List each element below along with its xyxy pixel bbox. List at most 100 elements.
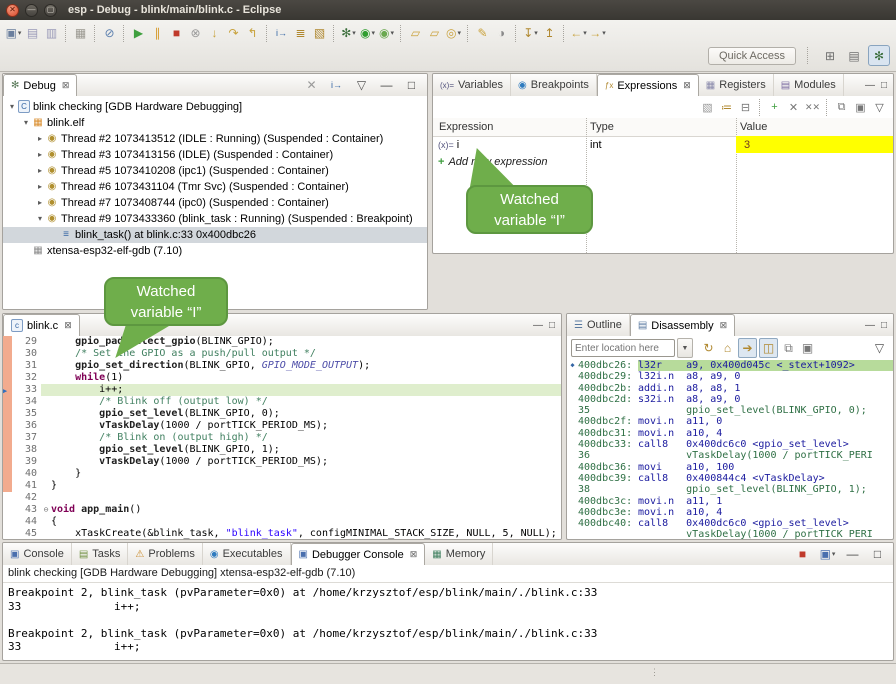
- tree-item[interactable]: ▾Cblink checking [GDB Hardware Debugging…: [3, 99, 427, 115]
- remove-all-terminated-icon[interactable]: ✕: [303, 76, 320, 94]
- collapsed-arrow-icon[interactable]: ▸: [35, 147, 45, 163]
- code-line-current[interactable]: ▶33 i++;: [3, 384, 561, 396]
- view-tab-expressions[interactable]: ƒxExpressions⊠: [597, 74, 699, 97]
- expanded-arrow-icon[interactable]: ▾: [21, 115, 31, 131]
- remove-expression-icon[interactable]: ✕: [785, 99, 802, 115]
- code-line[interactable]: 31 gpio_set_direction(BLINK_GPIO, GPIO_M…: [3, 360, 561, 372]
- tree-item[interactable]: ▸◉Thread #7 1073408744 (ipc0) (Suspended…: [3, 195, 427, 211]
- refresh-icon[interactable]: ↻: [700, 339, 717, 357]
- code-line[interactable]: 34 /* Blink off (output low) */: [3, 396, 561, 408]
- view-menu-icon[interactable]: ▽: [353, 76, 370, 94]
- expression-row-i[interactable]: (x)=i int 3: [433, 136, 893, 153]
- code-line[interactable]: 44{: [3, 516, 561, 528]
- tree-item[interactable]: ▸◉Thread #3 1073413156 (IDLE) (Suspended…: [3, 147, 427, 163]
- step-into-icon[interactable]: ↓: [206, 24, 223, 42]
- remove-all-expressions-icon[interactable]: ✕✕: [804, 99, 821, 115]
- external-tools-icon[interactable]: ◉▾: [378, 24, 395, 42]
- forward-icon[interactable]: →▾: [589, 24, 606, 42]
- new-expressions-view-icon[interactable]: ⧉: [833, 99, 850, 115]
- view-menu-icon[interactable]: ▽: [871, 99, 888, 115]
- statusbar-grip[interactable]: ⋮: [650, 667, 660, 678]
- expanded-arrow-icon[interactable]: ▾: [35, 211, 45, 227]
- view-tab-breakpoints[interactable]: ◉Breakpoints: [511, 74, 597, 96]
- tab-close-icon[interactable]: ⊠: [410, 549, 418, 560]
- fold-marker-icon[interactable]: ⊖: [41, 504, 51, 516]
- step-return-icon[interactable]: ↰: [244, 24, 261, 42]
- view-tab-modules[interactable]: ▤Modules: [774, 74, 844, 96]
- maximize-icon[interactable]: □: [549, 320, 555, 331]
- minimize-icon[interactable]: —: [844, 545, 861, 563]
- code-line[interactable]: 39 vTaskDelay(1000 / portTICK_PERIOD_MS)…: [3, 456, 561, 468]
- expanded-arrow-icon[interactable]: ▾: [7, 99, 17, 115]
- build-icon[interactable]: ▦: [72, 24, 89, 42]
- dropdown-arrow-icon[interactable]: ▾: [371, 29, 375, 37]
- step-over-icon[interactable]: ↷: [225, 24, 242, 42]
- console-tab-debugger-console[interactable]: ▣Debugger Console⊠: [291, 543, 426, 566]
- open-resource-icon[interactable]: ▱: [426, 24, 443, 42]
- tab-debug[interactable]: ✻ Debug ⊠: [3, 74, 77, 97]
- window-maximize-button[interactable]: ▢: [44, 4, 57, 17]
- dropdown-arrow-icon[interactable]: ▾: [832, 550, 836, 558]
- show-type-names-icon[interactable]: ▧: [699, 99, 716, 115]
- location-input[interactable]: [571, 339, 675, 357]
- tree-item[interactable]: ▾◉Thread #9 1073433360 (blink_task : Run…: [3, 211, 427, 227]
- location-dropdown-icon[interactable]: ▼: [677, 338, 693, 358]
- code-line[interactable]: 43⊖void app_main(): [3, 504, 561, 516]
- minimize-icon[interactable]: —: [865, 80, 875, 91]
- back-icon[interactable]: ←▾: [570, 24, 587, 42]
- tab-close-icon[interactable]: ⊠: [62, 80, 70, 91]
- instruction-stepping-mode-icon[interactable]: i→: [328, 76, 345, 94]
- skip-all-breakpoints-icon[interactable]: ⊘: [101, 24, 118, 42]
- dropdown-arrow-icon[interactable]: ▾: [602, 29, 606, 37]
- tab-close-icon[interactable]: ⊠: [720, 320, 728, 331]
- tree-item[interactable]: ▾▦blink.elf: [3, 115, 427, 131]
- run-icon[interactable]: ◉▾: [359, 24, 376, 42]
- terminate-console-icon[interactable]: ■: [794, 545, 811, 563]
- view-tab-registers[interactable]: ▦Registers: [699, 74, 774, 96]
- last-edit-location-icon[interactable]: ↥: [541, 24, 558, 42]
- column-value[interactable]: Value: [736, 121, 893, 133]
- pin-view-icon[interactable]: ▣: [852, 99, 869, 115]
- collapse-all-icon[interactable]: ⊟: [737, 99, 754, 115]
- resume-icon[interactable]: ▶: [130, 24, 147, 42]
- dropdown-arrow-icon[interactable]: ▾: [457, 29, 461, 37]
- view-tab-outline[interactable]: ☰Outline: [567, 314, 630, 336]
- quick-access-button[interactable]: Quick Access: [708, 47, 796, 65]
- dropdown-arrow-icon[interactable]: ▾: [390, 29, 394, 37]
- collapsed-arrow-icon[interactable]: ▸: [35, 163, 45, 179]
- code-line[interactable]: 32 while(1): [3, 372, 561, 384]
- minimize-icon[interactable]: —: [865, 320, 875, 331]
- code-line[interactable]: 41}: [3, 480, 561, 492]
- tree-item[interactable]: ▸◉Thread #2 1073413512 (IDLE : Running) …: [3, 131, 427, 147]
- open-perspective-icon[interactable]: ⊞: [820, 46, 840, 65]
- maximize-icon[interactable]: □: [869, 545, 886, 563]
- console-tab-memory[interactable]: ▦Memory: [425, 543, 493, 565]
- code-line[interactable]: 42: [3, 492, 561, 504]
- tree-item[interactable]: ▦xtensa-esp32-elf-gdb (7.10): [3, 243, 427, 259]
- tree-layout-icon[interactable]: ≔: [718, 99, 735, 115]
- column-expression[interactable]: Expression: [433, 121, 586, 133]
- code-line[interactable]: 29 gpio_pad_select_gpio(BLINK_GPIO);: [3, 336, 561, 348]
- code-line[interactable]: 30 /* Set the GPIO as a push/pull output…: [3, 348, 561, 360]
- tree-item[interactable]: ▸◉Thread #5 1073410208 (ipc1) (Suspended…: [3, 163, 427, 179]
- pin-editor-icon[interactable]: ↧▾: [522, 24, 539, 42]
- dropdown-arrow-icon[interactable]: ▾: [583, 29, 587, 37]
- debug-trace-icon[interactable]: ▧: [311, 24, 328, 42]
- dropdown-arrow-icon[interactable]: ▾: [352, 29, 356, 37]
- code-line[interactable]: 35 gpio_set_level(BLINK_GPIO, 0);: [3, 408, 561, 420]
- track-current-instruction-icon[interactable]: ◫: [759, 338, 778, 358]
- collapsed-arrow-icon[interactable]: ▸: [35, 131, 45, 147]
- tree-item-selected[interactable]: ≡blink_task() at blink.c:33 0x400dbc26: [3, 227, 427, 243]
- window-close-button[interactable]: ✕: [6, 4, 19, 17]
- maximize-icon[interactable]: □: [881, 80, 887, 91]
- toggle-mark-occurrences-icon[interactable]: ✎: [474, 24, 491, 42]
- code-line[interactable]: 37 /* Blink on (output high) */: [3, 432, 561, 444]
- tree-item[interactable]: ▸◉Thread #6 1073431104 (Tmr Svc) (Suspen…: [3, 179, 427, 195]
- tab-close-icon[interactable]: ⊠: [683, 80, 691, 91]
- column-type[interactable]: Type: [586, 121, 736, 133]
- suspend-icon[interactable]: ∥: [149, 24, 166, 42]
- debug-perspective-icon[interactable]: ✻: [868, 45, 890, 66]
- maximize-icon[interactable]: □: [881, 320, 887, 331]
- collapsed-arrow-icon[interactable]: ▸: [35, 195, 45, 211]
- tab-close-icon[interactable]: ⊠: [64, 320, 72, 331]
